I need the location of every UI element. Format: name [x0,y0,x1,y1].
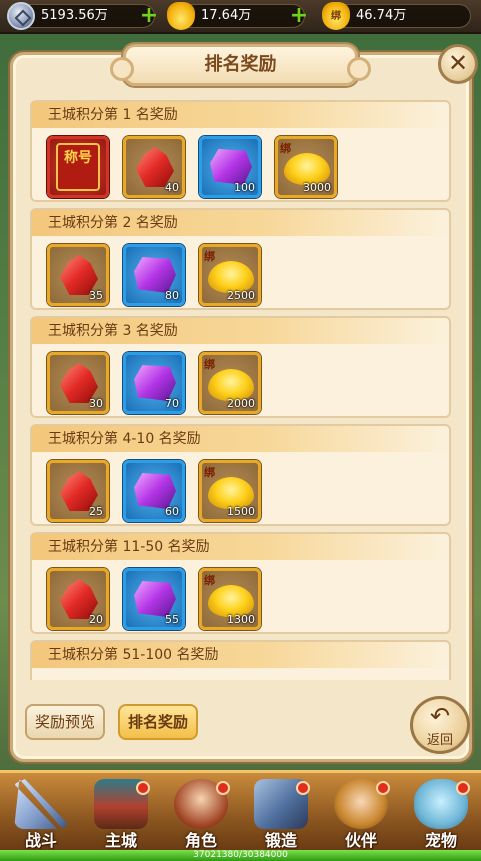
bound-tag: 绑 [204,466,215,479]
back-arrow-icon: ↶ [429,702,451,730]
reward-item-red-gem[interactable]: 40 [123,136,185,198]
rank-reward-panel: 王城积分第 2 名奖励 35 80 绑 2500 [30,208,451,310]
item-count: 3000 [303,181,331,194]
reward-item-purple-gem[interactable]: 80 [123,244,185,306]
nav-city-gate[interactable]: 主城 [86,775,156,851]
nav-crossed-swords[interactable]: 战斗 [6,775,76,851]
gold-currency: 17.64万 + [167,2,308,30]
item-count: 2500 [227,289,255,302]
notification-badge [376,781,390,795]
back-button[interactable]: ↶ 返回 [410,696,470,754]
item-count: 25 [89,505,103,518]
gold-amount: 17.64万 [201,8,252,23]
gold-ingot-icon [167,2,195,30]
nav-label: 主城 [104,831,137,850]
add-gold-button[interactable]: + [288,5,310,28]
purple-crystal-icon [210,149,252,185]
rank-reward-header: 王城积分第 3 名奖励 [32,318,449,344]
bound-tag: 绑 [204,250,215,263]
close-button[interactable]: ✕ [438,44,478,84]
nav-label: 战斗 [24,831,57,850]
exp-bar: 37021380/30384000 [0,850,481,861]
notification-badge [456,781,470,795]
reward-item-purple-gem[interactable]: 70 [123,352,185,414]
item-count: 1300 [227,613,255,626]
reward-item-bound-gold[interactable]: 绑 1500 [199,460,261,522]
nav-forge-anvil[interactable]: 锻造 [246,775,316,851]
reward-item-purple-gem[interactable]: 55 [123,568,185,630]
currency-bar: 5193.56万 + 17.64万 + 绑 46.74万 [0,0,481,34]
item-count: 30 [89,397,103,410]
bound-gold-amount: 46.74万 [356,8,407,23]
purple-crystal-icon [134,581,176,617]
back-label: 返回 [426,733,453,748]
item-count: 20 [89,613,103,626]
diamond-amount: 5193.56万 [41,8,108,23]
nav-label: 角色 [184,831,217,850]
purple-crystal-icon [134,473,176,509]
reward-item-red-gem[interactable]: 30 [47,352,109,414]
diamond-currency: 5193.56万 + [7,2,158,30]
bound-gold-ingot-icon: 绑 [322,2,350,30]
reward-item-bound-gold[interactable]: 绑 2500 [199,244,261,306]
reward-item-red-gem[interactable]: 20 [47,568,109,630]
reward-item-bound-gold[interactable]: 绑 3000 [275,136,337,198]
bound-gold-currency: 绑 46.74万 [322,2,471,30]
nav-pet-cat[interactable]: 宠物 [406,775,476,851]
reward-preview-button[interactable]: 奖励预览 [25,704,106,740]
reward-item-bound-gold[interactable]: 绑 2000 [199,352,261,414]
nav-label: 宠物 [424,831,457,850]
purple-crystal-icon [134,257,176,293]
dialog-title: 排名奖励 [110,44,371,86]
bound-tag: 绑 [204,574,215,587]
reward-item-purple-gem[interactable]: 60 [123,460,185,522]
purple-crystal-icon [134,365,176,401]
item-count: 80 [165,289,179,302]
item-count: 1500 [227,505,255,518]
reward-item-title-card[interactable]: 称号 [47,136,109,198]
rank-reward-panel: 王城积分第 11-50 名奖励 20 55 绑 1300 [30,532,451,634]
rank-reward-header: 王城积分第 4-10 名奖励 [32,426,449,452]
add-diamond-button[interactable]: + [138,5,160,28]
rank-reward-panel: 王城积分第 3 名奖励 30 70 绑 2000 [30,316,451,418]
item-count: 40 [165,181,179,194]
reward-list[interactable]: 王城积分第 1 名奖励称号 40 100 绑 3000 王城积分第 2 名奖励 35 80 绑 2… [30,100,451,680]
bottom-nav: 战斗 主城 角色 锻造 伙伴 宠物 [0,770,481,850]
item-count: 100 [234,181,255,194]
reward-item-red-gem[interactable]: 25 [47,460,109,522]
rank-reward-panel: 王城积分第 51-100 名奖励 [30,640,451,680]
diamond-coin-icon [7,2,35,30]
rank-reward-panel: 王城积分第 1 名奖励称号 40 100 绑 3000 [30,100,451,202]
rank-reward-panel: 王城积分第 4-10 名奖励 25 60 绑 1500 [30,424,451,526]
bound-tag: 绑 [280,142,291,155]
rank-reward-header: 王城积分第 51-100 名奖励 [32,642,449,668]
item-count: 35 [89,289,103,302]
item-count: 2000 [227,397,255,410]
nav-label: 锻造 [264,831,297,850]
nav-label: 伙伴 [344,831,377,850]
reward-item-purple-gem[interactable]: 100 [199,136,261,198]
nav-partner-portrait[interactable]: 伙伴 [326,775,396,851]
reward-item-red-gem[interactable]: 35 [47,244,109,306]
notification-badge [296,781,310,795]
item-count: 60 [165,505,179,518]
notification-badge [136,781,150,795]
rank-reward-header: 王城积分第 1 名奖励 [32,102,449,128]
notification-badge [216,781,230,795]
nav-hero-portrait[interactable]: 角色 [166,775,236,851]
rank-reward-button[interactable]: 排名奖励 [118,704,199,740]
bound-tag: 绑 [204,358,215,371]
close-icon: ✕ [447,49,469,77]
rank-reward-header: 王城积分第 2 名奖励 [32,210,449,236]
reward-item-bound-gold[interactable]: 绑 1300 [199,568,261,630]
item-count: 70 [165,397,179,410]
rank-reward-header: 王城积分第 11-50 名奖励 [32,534,449,560]
title-card-icon: 称号 [56,143,100,191]
exp-text: 37021380/30384000 [193,850,288,860]
item-count: 55 [165,613,179,626]
crossed-swords-icon [14,779,68,829]
